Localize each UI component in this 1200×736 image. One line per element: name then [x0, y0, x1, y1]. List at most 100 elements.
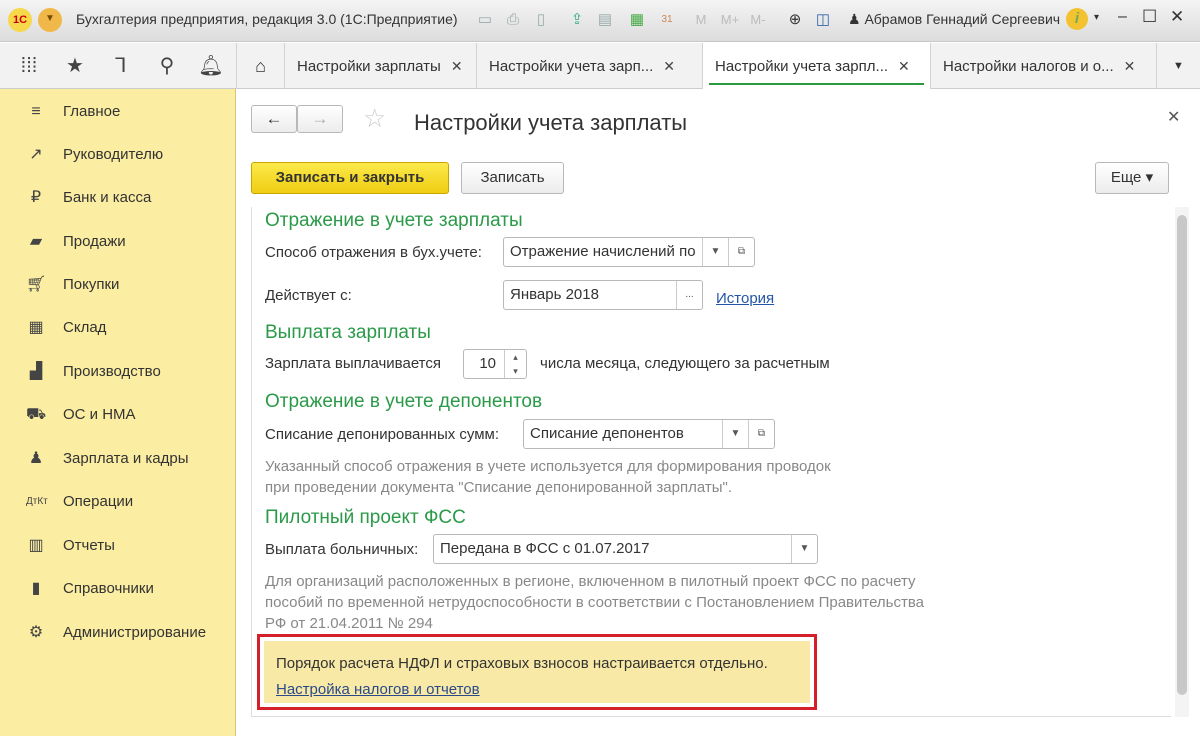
sidebar-item-bank[interactable]: ₽ Банк и касса — [0, 183, 236, 213]
note-line: РФ от 21.04.2011 № 294 — [265, 615, 433, 632]
tabs-dropdown-icon[interactable]: ▼ — [1156, 43, 1200, 89]
deposit-note: Указанный способ отражения в учете испол… — [265, 456, 831, 498]
close-form-icon[interactable]: ✕ — [1167, 107, 1180, 127]
more-button[interactable]: Еще ▾ — [1095, 162, 1169, 194]
close-tab-icon[interactable]: ✕ — [663, 58, 675, 74]
panel-icon[interactable]: ◫ — [812, 8, 834, 32]
sidebar-item-reports[interactable]: ▥ Отчеты — [0, 531, 236, 561]
user-name[interactable]: ♟ Абрамов Геннадий Сергеевич — [848, 11, 1060, 28]
memory-plus-button[interactable]: M+ — [716, 8, 744, 32]
tab-2[interactable]: Настройки учета зарп... ✕ — [476, 43, 702, 89]
upload-icon[interactable]: ⇪ — [566, 8, 588, 32]
tab-1[interactable]: Настройки зарплаты ✕ — [284, 43, 476, 89]
dropdown-icon[interactable]: ▼ — [702, 238, 728, 266]
note-line: Указанный способ отражения в учете испол… — [265, 458, 831, 475]
open-icon[interactable]: ⧉ — [728, 238, 754, 266]
more-label: Еще — [1110, 169, 1142, 186]
note-line: пособий по временной нетрудоспособности … — [265, 594, 925, 611]
memory-m-button[interactable]: M — [690, 8, 712, 32]
deposit-select[interactable]: Списание депонентов ▼ ⧉ — [523, 419, 775, 449]
date-label: Действует с: — [265, 287, 352, 304]
salary-day-suffix: числа месяца, следующего за расчетным — [540, 355, 830, 372]
person-icon: ♟ — [28, 450, 44, 467]
sidebar: ≡ Главное ↗ Руководителю ₽ Банк и касса ▰ Пр… — [0, 89, 236, 736]
save-icon[interactable]: ▭ — [474, 8, 496, 32]
sidebar-item-manager[interactable]: ↗ Руководителю — [0, 140, 236, 170]
ruble-icon: ₽ — [30, 189, 42, 206]
method-value: Отражение начислений по — [510, 243, 696, 260]
forward-button[interactable]: → — [297, 105, 343, 133]
sidebar-item-label: Администрирование — [63, 624, 207, 641]
date-field[interactable]: Январь 2018... — [503, 280, 703, 310]
history-icon[interactable]: ⅂ — [108, 53, 134, 79]
sick-pay-value: Передана в ФСС с 01.07.2017 — [440, 540, 650, 557]
tab-bar: ⁞⁞⁞ ★ ⅂ ⚲ 🔔︎ ⌂ Настройки зарплаты ✕ Настр… — [0, 43, 1200, 89]
info-icon[interactable]: i — [1066, 8, 1088, 30]
zoom-icon[interactable]: ⊕ — [784, 8, 806, 32]
apps-grid-icon[interactable]: ⁞⁞⁞ — [16, 53, 42, 79]
dropdown-icon[interactable]: ▼ — [722, 420, 748, 448]
calendar-icon[interactable]: 31 — [656, 8, 678, 32]
sidebar-item-label: Отчеты — [63, 537, 115, 554]
bell-icon[interactable]: 🔔︎ — [198, 53, 224, 79]
deposit-label: Списание депонированных сумм: — [265, 426, 500, 443]
scrollbar-thumb[interactable] — [1177, 215, 1187, 695]
history-link[interactable]: История — [716, 290, 774, 307]
home-tab[interactable]: ⌂ — [236, 43, 284, 89]
save-button[interactable]: Записать — [461, 162, 564, 194]
scanner-icon[interactable]: ▤ — [594, 8, 616, 32]
star-icon[interactable]: ★ — [62, 53, 88, 79]
stepper-arrows-icon[interactable]: ▴ ▾ — [504, 350, 526, 378]
save-and-close-button[interactable]: Записать и закрыть — [251, 162, 449, 194]
close-window-button[interactable]: ✕ — [1170, 7, 1184, 27]
sidebar-item-label: Покупки — [63, 276, 120, 293]
salary-day-stepper[interactable]: 10 ▴ ▾ — [463, 349, 527, 379]
form-area: ← → ☆ Настройки учета зарплаты ✕ Записат… — [237, 89, 1200, 736]
highlight-frame: Порядок расчета НДФЛ и страховых взносов… — [257, 634, 817, 710]
sick-pay-select[interactable]: Передана в ФСС с 01.07.2017 ▼ — [433, 534, 818, 564]
minimize-button[interactable]: – — [1118, 8, 1127, 26]
sidebar-item-admin[interactable]: ⚙ Администрирование — [0, 618, 236, 648]
open-icon[interactable]: ⧉ — [748, 420, 774, 448]
scrollbar[interactable] — [1175, 207, 1189, 717]
sidebar-item-sales[interactable]: ▰ Продажи — [0, 227, 236, 257]
sidebar-item-salary[interactable]: ♟ Зарплата и кадры — [0, 444, 236, 474]
sidebar-item-production[interactable]: ▟ Производство — [0, 357, 236, 387]
sidebar-item-purchases[interactable]: 🛒︎ Покупки — [0, 270, 236, 300]
info-dropdown-icon[interactable]: ▾ — [1094, 12, 1099, 23]
section-title: Отражение в учете зарплаты — [265, 210, 523, 231]
note-line: Для организаций расположенных в регионе,… — [265, 573, 916, 590]
info-text: Порядок расчета НДФЛ и страховых взносов… — [276, 655, 768, 672]
bar-chart-icon: ▥ — [28, 537, 44, 554]
tab-3-active[interactable]: Настройки учета зарпл... ✕ — [702, 43, 930, 89]
sidebar-item-directories[interactable]: ▮ Справочники — [0, 574, 236, 604]
method-select[interactable]: Отражение начислений по ▼ ⧉ — [503, 237, 755, 267]
sidebar-item-assets[interactable]: ⛟ ОС и НМА — [0, 400, 236, 430]
sidebar-item-main[interactable]: ≡ Главное — [0, 97, 236, 127]
date-value: Январь 2018 — [510, 286, 599, 303]
section-title: Выплата зарплаты — [265, 322, 431, 343]
close-tab-icon[interactable]: ✕ — [451, 58, 463, 74]
close-tab-icon[interactable]: ✕ — [1124, 58, 1136, 74]
salary-day-label: Зарплата выплачивается — [265, 355, 441, 372]
main-menu-button[interactable]: ▼ — [38, 8, 62, 32]
salary-day-value: 10 — [479, 355, 496, 372]
print-icon[interactable]: ⎙ — [502, 8, 524, 32]
maximize-button[interactable]: ☐ — [1142, 7, 1157, 27]
close-tab-icon[interactable]: ✕ — [898, 58, 910, 74]
calculator-icon[interactable]: ▦ — [626, 8, 648, 32]
tax-settings-link[interactable]: Настройка налогов и отчетов — [276, 681, 480, 698]
sidebar-item-operations[interactable]: ДтКт Операции — [0, 487, 236, 517]
dropdown-icon[interactable]: ▼ — [791, 535, 817, 563]
memory-minus-button[interactable]: M- — [746, 8, 770, 32]
search-icon[interactable]: ⚲ — [154, 53, 180, 79]
app-logo: 1С — [8, 8, 32, 32]
ellipsis-icon[interactable]: ... — [676, 281, 702, 309]
sidebar-item-warehouse[interactable]: ▦ Склад — [0, 313, 236, 343]
back-button[interactable]: ← — [251, 105, 297, 133]
factory-icon: ▟ — [29, 363, 43, 380]
sidebar-item-label: Главное — [63, 103, 121, 120]
preview-icon[interactable]: ▯ — [530, 8, 552, 32]
tab-4[interactable]: Настройки налогов и о... ✕ — [930, 43, 1156, 89]
favorite-star-icon[interactable]: ☆ — [363, 103, 386, 134]
